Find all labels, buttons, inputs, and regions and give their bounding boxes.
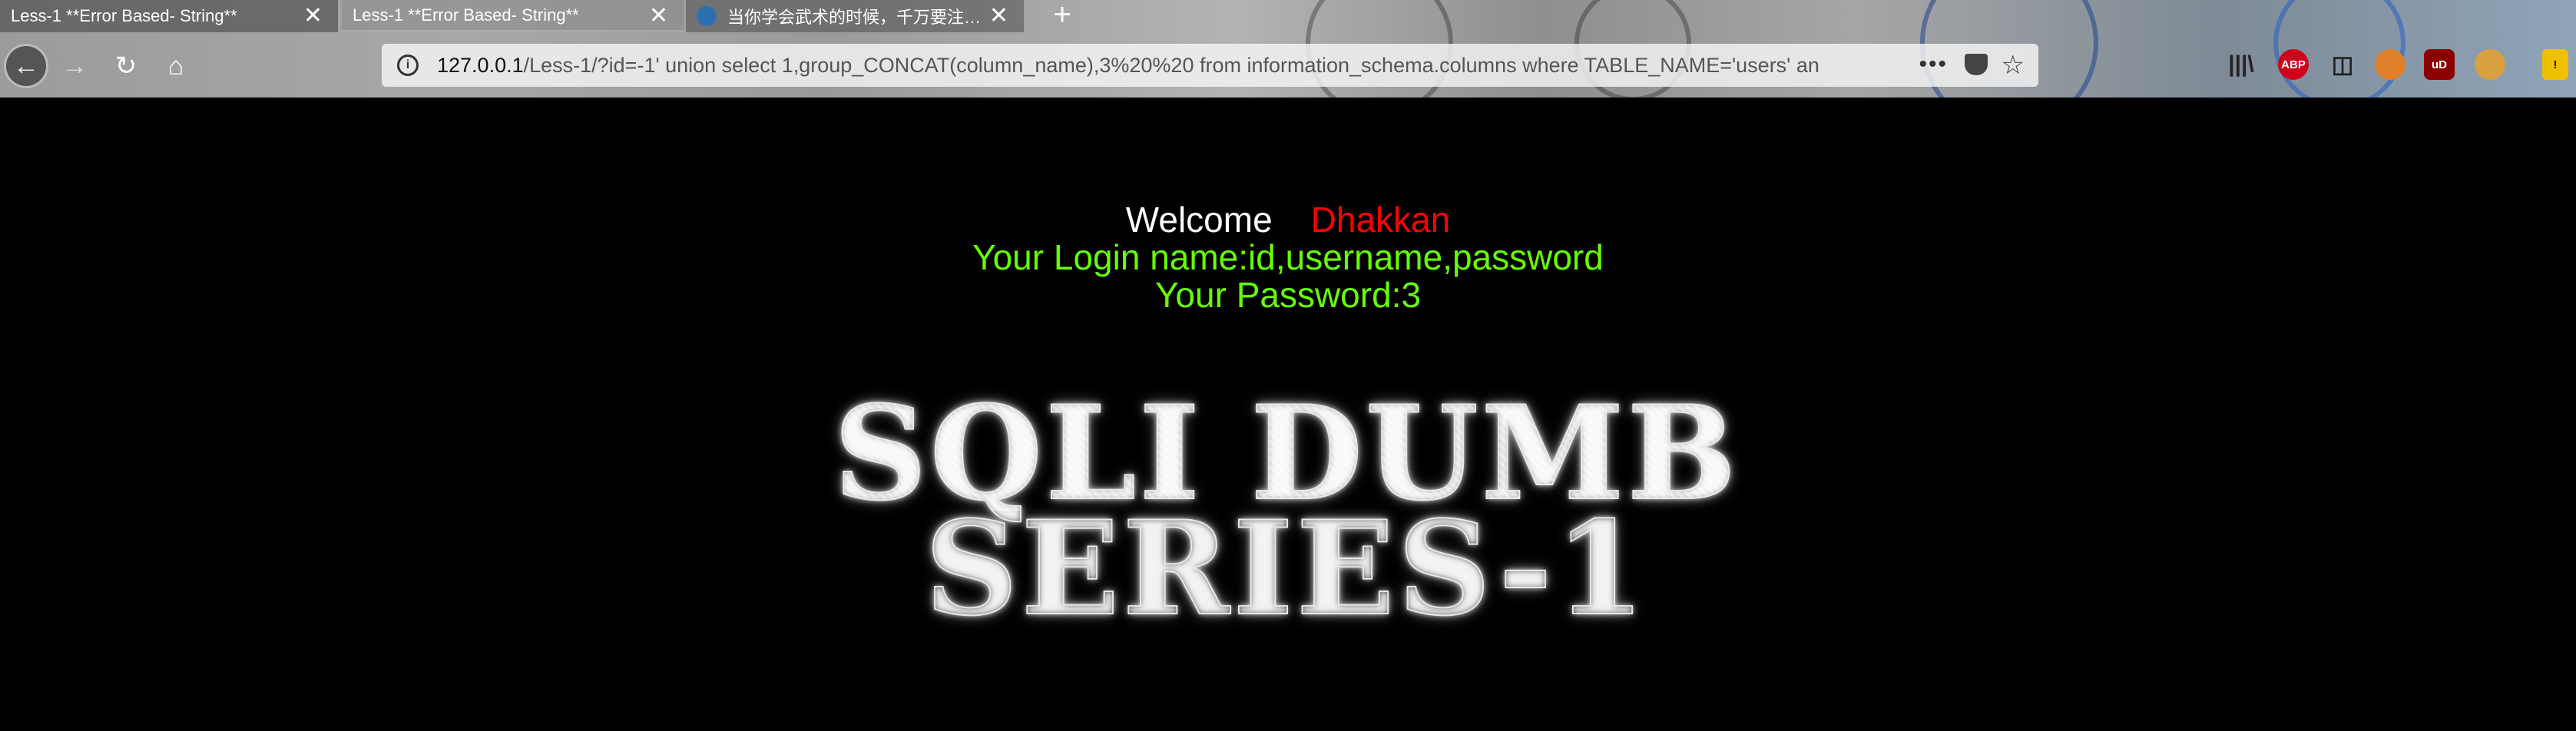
url-host: 127.0.0.1 xyxy=(437,53,524,77)
close-icon[interactable]: ✕ xyxy=(989,5,1008,28)
tab-label: 当你学会武术的时候，千万要注… xyxy=(727,8,982,27)
home-button[interactable]: ⌂ xyxy=(154,44,198,88)
sidebar-icon[interactable]: ◫ xyxy=(2327,49,2358,80)
address-bar[interactable]: i 127.0.0.1/Less-1/?id=-1' union select … xyxy=(382,44,2038,87)
ublock-icon[interactable]: uD xyxy=(2424,49,2455,80)
tab-label: Less-1 **Error Based- String** xyxy=(11,6,237,25)
welcome-line: Welcome Dhakkan xyxy=(0,199,2576,240)
tab-less1-active[interactable]: Less-1 **Error Based- String** ✕ xyxy=(342,0,684,32)
forward-button[interactable]: → xyxy=(52,44,97,88)
adblock-plus-icon[interactable]: ABP xyxy=(2278,49,2309,80)
page-content: Welcome Dhakkan Your Login name:id,userna… xyxy=(0,98,2576,731)
new-tab-button[interactable]: + xyxy=(1046,0,1078,32)
tab-chinese-page[interactable]: 当你学会武术的时候，千万要注… ✕ xyxy=(686,0,1024,32)
url-path: /Less-1/?id=-1' union select 1,group_CON… xyxy=(523,53,1819,77)
close-icon[interactable]: ✕ xyxy=(303,5,323,28)
info-icon[interactable]: i xyxy=(397,55,419,76)
browser-chrome: Less-1 **Error Based- String** ✕ Less-1 … xyxy=(0,0,2576,98)
url-text[interactable]: 127.0.0.1/Less-1/?id=-1' union select 1,… xyxy=(437,54,1881,78)
sqli-dumb-series-logo: SQLI DUMB SERIES-1 xyxy=(534,388,2039,633)
pocket-icon[interactable] xyxy=(1965,54,1988,75)
reload-button[interactable]: ↻ xyxy=(104,44,148,88)
login-name-result: Your Login name:id,username,password xyxy=(972,237,1604,277)
tab-label: Less-1 **Error Based- String** xyxy=(353,5,579,25)
bookmark-star-icon[interactable]: ☆ xyxy=(2002,50,2025,81)
warning-icon[interactable]: ! xyxy=(2542,49,2568,80)
back-button[interactable]: ← xyxy=(4,44,48,88)
favicon-icon xyxy=(697,6,717,26)
tab-less1-first[interactable]: Less-1 **Error Based- String** ✕ xyxy=(0,0,338,32)
library-icon[interactable]: |||\ xyxy=(2226,49,2256,80)
username-text: Dhakkan xyxy=(1310,200,1451,240)
welcome-text: Welcome xyxy=(1125,200,1273,240)
close-icon[interactable]: ✕ xyxy=(649,5,668,28)
page-actions-button[interactable]: ••• xyxy=(1919,51,1948,78)
noscript-icon[interactable] xyxy=(2375,49,2405,80)
password-result: Your Password:3 xyxy=(1154,275,1422,315)
extension-cat-icon[interactable] xyxy=(2475,49,2505,80)
tab-bar: Less-1 **Error Based- String** ✕ Less-1 … xyxy=(0,0,2576,32)
